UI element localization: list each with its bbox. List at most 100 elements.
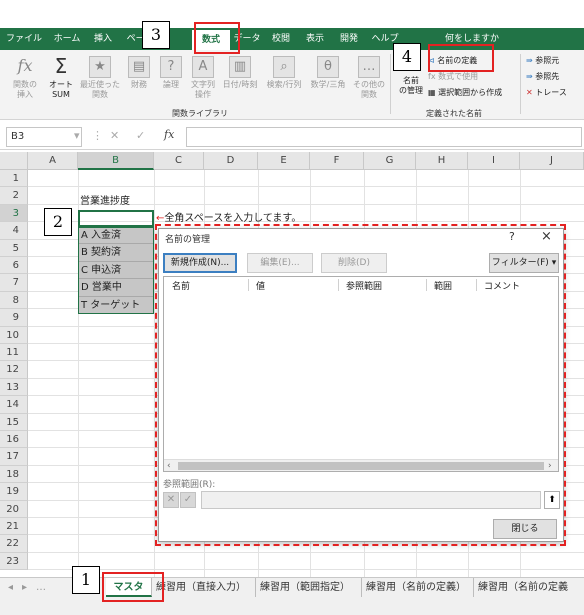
list-cell-b5[interactable]: B 契約済 <box>78 244 154 262</box>
sheet-tab-practice-direct[interactable]: 練習用（直接入力） <box>152 578 256 597</box>
more-functions-label: その他の 関数 <box>353 80 385 99</box>
trace-precedents-button[interactable]: ⇛ 参照元 <box>526 56 584 66</box>
name-box[interactable]: B3 <box>6 127 82 147</box>
column-header[interactable]: A <box>28 152 78 170</box>
lookup-label: 検索/行列 <box>266 80 302 89</box>
row-header[interactable]: 4 <box>0 222 28 240</box>
row-header[interactable]: 7 <box>0 274 28 292</box>
logical-button[interactable]: ? 論理 <box>156 56 186 90</box>
column-header[interactable]: D <box>204 152 258 170</box>
row-header[interactable]: 1 <box>0 170 28 188</box>
column-header[interactable]: I <box>468 152 520 170</box>
column-header[interactable]: C <box>154 152 204 170</box>
row-header[interactable]: 16 <box>0 431 28 449</box>
row-header[interactable]: 13 <box>0 378 28 397</box>
list-cell-b6[interactable]: C 申込済 <box>78 261 154 280</box>
sheet-tab-practice-names[interactable]: 練習用（名前の定義） <box>362 578 474 597</box>
row-header[interactable]: 3 <box>0 204 28 223</box>
tab-review[interactable]: 校閲 <box>266 28 296 50</box>
annotation-number-4: 4 <box>393 43 421 71</box>
logical-label: 論理 <box>163 80 179 89</box>
confirm-icon[interactable]: ✓ <box>136 129 145 142</box>
sheet-tab-practice-names-2[interactable]: 練習用（名前の定義 <box>474 578 584 597</box>
row-header[interactable]: 2 <box>0 187 28 205</box>
remove-arrows-button[interactable]: ✕ トレース <box>526 88 584 98</box>
row-header[interactable]: 10 <box>0 326 28 344</box>
column-header[interactable]: E <box>258 152 310 170</box>
text-functions-label: 文字列 操作 <box>191 80 215 99</box>
highlight-dialog <box>155 224 566 546</box>
prev-sheet-icon[interactable]: ◂ <box>4 578 17 597</box>
tab-developer[interactable]: 開発 <box>334 28 364 50</box>
function-library-group-label: 関数ライブラリ <box>172 109 228 118</box>
ribbon: fx 関数の 挿入 Σ オート SUM ★ 最近使った 関数 ▤ 財務 ? 論理… <box>0 50 584 120</box>
select-all-corner[interactable] <box>0 152 28 170</box>
list-cell-b4[interactable]: A 入金済 <box>78 227 154 245</box>
list-cell-b8[interactable]: T ターゲット <box>78 296 154 314</box>
group-divider <box>390 54 391 114</box>
tab-file[interactable]: ファイル <box>2 28 46 50</box>
tab-home[interactable]: ホーム <box>48 28 86 50</box>
column-header[interactable]: J <box>520 152 584 170</box>
row-header[interactable]: 5 <box>0 239 28 257</box>
more-icon: … <box>358 56 380 78</box>
tab-insert[interactable]: 挿入 <box>88 28 118 50</box>
autosum-button[interactable]: Σ オート SUM <box>44 56 78 100</box>
sheet-tab-practice-range[interactable]: 練習用（範囲指定） <box>256 578 362 597</box>
lookup-icon: ⌕ <box>273 56 295 78</box>
row-header[interactable]: 14 <box>0 396 28 414</box>
row-header[interactable]: 21 <box>0 518 28 536</box>
column-header[interactable]: F <box>310 152 364 170</box>
lookup-button[interactable]: ⌕ 検索/行列 <box>262 56 306 90</box>
cell-b2[interactable]: 営業進捗度 <box>80 193 130 210</box>
recent-functions-button[interactable]: ★ 最近使った 関数 <box>80 56 120 100</box>
financial-button[interactable]: ▤ 財務 <box>124 56 154 90</box>
row-header[interactable]: 12 <box>0 361 28 379</box>
highlight-define-name <box>428 44 494 72</box>
more-sheets-icon[interactable]: … <box>32 578 50 597</box>
cancel-icon[interactable]: ✕ <box>110 129 119 142</box>
column-header[interactable]: G <box>364 152 416 170</box>
row-header[interactable]: 19 <box>0 483 28 501</box>
insert-function-button[interactable]: fx 関数の 挿入 <box>8 56 42 100</box>
text-functions-button[interactable]: A 文字列 操作 <box>186 56 220 100</box>
row-header[interactable]: 15 <box>0 413 28 431</box>
math-icon: θ <box>317 56 339 78</box>
recent-star-icon: ★ <box>89 56 111 78</box>
datetime-button[interactable]: ▥ 日付/時刻 <box>220 56 260 90</box>
row-header[interactable]: 23 <box>0 552 28 571</box>
next-sheet-icon[interactable]: ▸ <box>18 578 31 597</box>
autosum-label: オート SUM <box>49 80 73 99</box>
trace-dependents-label: 参照先 <box>535 72 560 81</box>
row-header[interactable]: 11 <box>0 344 28 362</box>
active-cell-b3[interactable] <box>78 210 154 228</box>
math-button[interactable]: θ 数学/三角 <box>306 56 350 90</box>
fx-icon: fx <box>17 56 33 75</box>
remove-arrows-icon: ✕ <box>526 88 533 97</box>
formula-input[interactable] <box>186 127 582 147</box>
row-header[interactable]: 18 <box>0 465 28 484</box>
more-functions-button[interactable]: … その他の 関数 <box>352 56 386 100</box>
tab-view[interactable]: 表示 <box>300 28 330 50</box>
trace-dependents-button[interactable]: ⇛ 参照先 <box>526 72 584 82</box>
create-from-selection-button[interactable]: ▦ 選択範囲から作成 <box>428 88 524 98</box>
list-cell-b7[interactable]: D 営業中 <box>78 279 154 297</box>
column-header[interactable]: B <box>78 152 154 170</box>
logical-icon: ? <box>160 56 182 78</box>
row-header[interactable]: 20 <box>0 500 28 518</box>
datetime-icon: ▥ <box>229 56 251 78</box>
use-in-formula-button[interactable]: fx 数式で使用 <box>428 72 508 82</box>
status-bar <box>0 597 584 615</box>
column-header[interactable]: H <box>416 152 468 170</box>
name-manager-button[interactable]: 名前 の管理 <box>394 76 428 96</box>
annotation-number-2: 2 <box>44 208 72 236</box>
name-box-dropdown-icon[interactable]: ▾ <box>74 129 80 142</box>
trace-dependents-icon: ⇛ <box>526 72 533 81</box>
row-header[interactable]: 22 <box>0 535 28 553</box>
row-header[interactable]: 9 <box>0 309 28 327</box>
row-header[interactable]: 17 <box>0 448 28 466</box>
insert-function-icon[interactable]: fx <box>164 128 174 141</box>
grid-selection-icon: ▦ <box>428 88 436 97</box>
row-header[interactable]: 6 <box>0 257 28 275</box>
row-header[interactable]: 8 <box>0 291 28 310</box>
